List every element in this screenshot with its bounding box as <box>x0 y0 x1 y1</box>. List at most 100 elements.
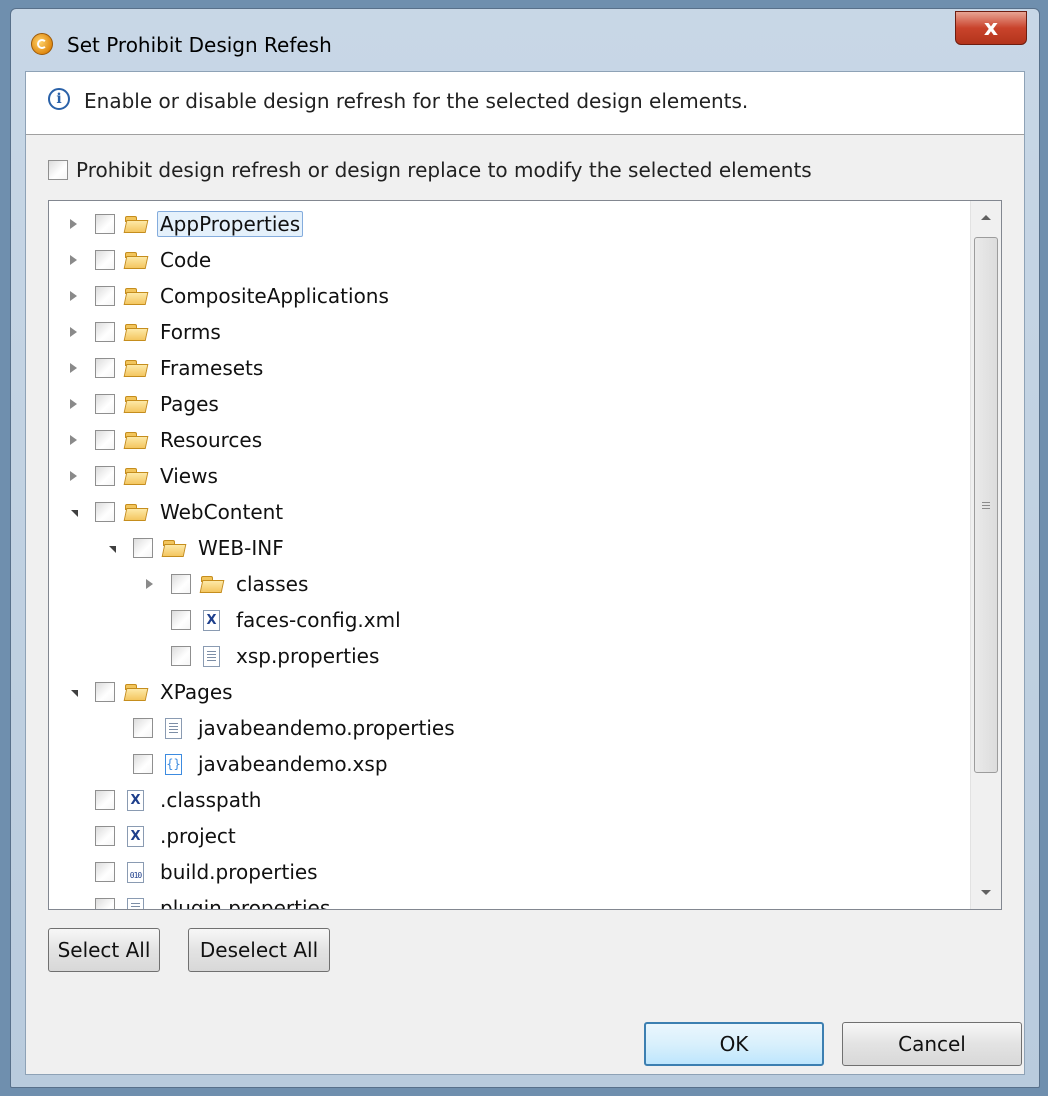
tree-item-checkbox[interactable] <box>95 250 115 270</box>
tree-item-label: WebContent <box>160 500 284 524</box>
triangle-icon <box>69 255 77 265</box>
folder-icon <box>123 285 149 307</box>
tree-item[interactable]: WEB-INF <box>103 531 287 565</box>
collapsed-arrow-icon[interactable] <box>65 432 81 448</box>
tree-item-checkbox[interactable] <box>95 322 115 342</box>
tree-item-checkbox[interactable] <box>95 790 115 810</box>
tree-item[interactable]: AppProperties <box>65 207 304 241</box>
tree-item[interactable]: 010 build.properties <box>65 855 321 889</box>
info-icon: i <box>48 88 70 110</box>
title-bar[interactable]: Set Prohibit Design Refesh x <box>11 9 1039 65</box>
scrollbar-thumb[interactable] <box>974 237 998 773</box>
tree-item-label: Pages <box>160 392 219 416</box>
tree-item[interactable]: Code <box>65 243 214 277</box>
tree-item-checkbox[interactable] <box>171 646 191 666</box>
tree-item-checkbox[interactable] <box>95 898 115 909</box>
prohibit-refresh-label[interactable]: Prohibit design refresh or design replac… <box>76 158 812 182</box>
triangle-icon <box>69 435 77 445</box>
close-icon: x <box>983 15 999 41</box>
triangle-icon <box>69 291 77 301</box>
tree-item[interactable]: Resources <box>65 423 265 457</box>
tree-item-label: Code <box>160 248 212 272</box>
scroll-up-arrow-icon[interactable] <box>981 215 991 220</box>
tree-item-checkbox[interactable] <box>95 826 115 846</box>
tree-item-label: .project <box>160 824 236 848</box>
tree-item-label: build.properties <box>160 860 318 884</box>
prohibit-refresh-checkbox[interactable] <box>48 160 68 180</box>
tree-item-label: classes <box>236 572 309 596</box>
collapsed-arrow-icon[interactable] <box>65 324 81 340</box>
tree-item[interactable]: Xfaces-config.xml <box>141 603 404 637</box>
tree-item[interactable]: CompositeApplications <box>65 279 392 313</box>
tree-item-label: Resources <box>160 428 263 452</box>
tree-item[interactable]: Views <box>65 459 221 493</box>
tree-item-checkbox[interactable] <box>133 754 153 774</box>
text-file-icon <box>199 645 225 667</box>
triangle-icon <box>69 471 77 481</box>
tree-item-checkbox[interactable] <box>171 610 191 630</box>
expanded-arrow-icon[interactable] <box>65 684 81 700</box>
tree-item-checkbox[interactable] <box>95 502 115 522</box>
tree-item[interactable]: javabeandemo.properties <box>103 711 458 745</box>
triangle-icon <box>69 399 77 409</box>
collapsed-arrow-icon[interactable] <box>65 216 81 232</box>
binary-file-icon: 010 <box>123 861 149 883</box>
deselect-all-button[interactable]: Deselect All <box>188 928 330 972</box>
tree-item-label: faces-config.xml <box>236 608 401 632</box>
triangle-icon <box>108 545 116 553</box>
close-button[interactable]: x <box>955 11 1027 45</box>
tree-item-checkbox[interactable] <box>95 286 115 306</box>
tree-item-checkbox[interactable] <box>95 430 115 450</box>
cancel-button[interactable]: Cancel <box>842 1022 1022 1066</box>
folder-icon <box>123 501 149 523</box>
collapsed-arrow-icon[interactable] <box>65 288 81 304</box>
tree-item[interactable]: WebContent <box>65 495 286 529</box>
triangle-icon <box>69 219 77 229</box>
tree-item[interactable]: X .project <box>65 819 239 853</box>
tree-item-checkbox[interactable] <box>95 466 115 486</box>
file-page-shape: {} <box>165 754 182 775</box>
file-page-shape: X <box>127 790 144 811</box>
collapsed-arrow-icon[interactable] <box>65 360 81 376</box>
tree-item-checkbox[interactable] <box>133 718 153 738</box>
tree-item-checkbox[interactable] <box>95 358 115 378</box>
vertical-scrollbar[interactable] <box>970 201 1001 909</box>
tree-item-label: CompositeApplications <box>160 284 389 308</box>
xml-file-icon: X <box>123 789 149 811</box>
tree-item[interactable]: {} javabeandemo.xsp <box>103 747 391 781</box>
tree-item[interactable]: xsp.properties <box>141 639 382 673</box>
ok-button[interactable]: OK <box>644 1022 824 1066</box>
expanded-arrow-icon[interactable] <box>65 504 81 520</box>
folder-icon <box>123 357 149 379</box>
tree-item-checkbox[interactable] <box>95 682 115 702</box>
tree-item-checkbox[interactable] <box>133 538 153 558</box>
collapsed-arrow-icon[interactable] <box>65 468 81 484</box>
folder-icon <box>123 393 149 415</box>
tree-item[interactable]: Pages <box>65 387 222 421</box>
collapsed-arrow-icon[interactable] <box>65 252 81 268</box>
tree-item-checkbox[interactable] <box>95 214 115 234</box>
expanded-arrow-icon[interactable] <box>103 540 119 556</box>
collapsed-arrow-icon[interactable] <box>141 576 157 592</box>
tree-item[interactable]: XPages <box>65 675 236 709</box>
file-page-shape <box>127 898 144 909</box>
tree-item[interactable]: plugin.properties <box>65 891 333 909</box>
triangle-icon <box>69 363 77 373</box>
prohibit-refresh-option[interactable]: Prohibit design refresh or design replac… <box>48 158 812 182</box>
dialog-title: Set Prohibit Design Refesh <box>67 33 332 57</box>
tree-item-label: javabeandemo.xsp <box>198 752 388 776</box>
app-icon <box>31 33 53 55</box>
folder-icon <box>123 429 149 451</box>
tree-item-checkbox[interactable] <box>171 574 191 594</box>
file-page-shape <box>203 646 220 667</box>
tree-item[interactable]: classes <box>141 567 311 601</box>
collapsed-arrow-icon[interactable] <box>65 396 81 412</box>
scroll-down-arrow-icon[interactable] <box>981 890 991 895</box>
tree-item-checkbox[interactable] <box>95 862 115 882</box>
select-all-button[interactable]: Select All <box>48 928 160 972</box>
tree-item[interactable]: Forms <box>65 315 224 349</box>
tree-item[interactable]: Framesets <box>65 351 266 385</box>
tree-item-checkbox[interactable] <box>95 394 115 414</box>
tree-item[interactable]: X .classpath <box>65 783 264 817</box>
folder-icon <box>123 465 149 487</box>
